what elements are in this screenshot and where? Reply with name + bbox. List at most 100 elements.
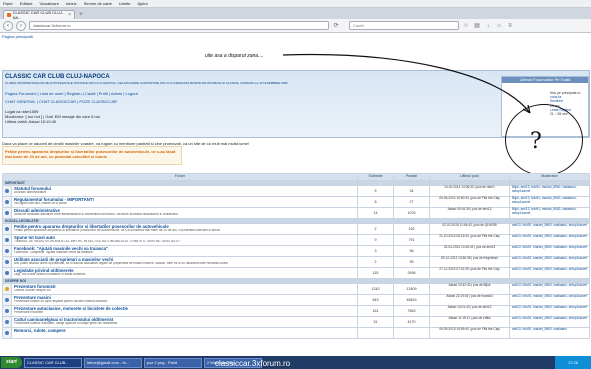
moderators[interactable]: ami13, fofu91, marian_6963, vasilaanu, s… — [509, 234, 590, 246]
moderators[interactable]: ami13, fofu91, marian_6963, vasilaanu, s… — [509, 283, 590, 295]
forum-status-icon — [5, 200, 9, 204]
forum-description: Prezentare motorete — [14, 311, 44, 314]
col-last-post: Ultimul post — [429, 173, 510, 181]
last-post[interactable]: 10-02-2014 13:26:33 | pus de rider1 — [429, 185, 510, 197]
forum-table: Forum Subiecte Postari Ultimul post Mode… — [2, 173, 590, 339]
new-tab-button[interactable]: + — [77, 11, 85, 19]
forum-cell: Statutul forumului Anuntari administrativ… — [11, 185, 358, 197]
post-count: 1076 — [393, 207, 430, 219]
tab-bar: CLASSIC CAR CLUB CLUJ-NA... × + — [0, 8, 591, 20]
forum-name[interactable]: Remorci, rulote, campere — [14, 328, 355, 333]
browser-tab[interactable]: CLASSIC CAR CLUB CLUJ-NA... × — [3, 10, 75, 20]
topic-count: 9 — [357, 234, 394, 246]
moderators[interactable]: ami13, fofu91, marian_6963, vasilaanu, s… — [509, 267, 590, 279]
forum-nav-links[interactable]: Pagina Forumului | Lista de useri | Regi… — [5, 91, 138, 96]
col-forum: Forum — [2, 173, 358, 181]
last-post[interactable]: 02-02-2015 11:44:43 | pus de QH1058 — [429, 223, 510, 235]
address-bar[interactable]: classiccar.3xforum.ro — [29, 21, 329, 30]
forum-status-icon — [5, 320, 9, 324]
chat-nav-links[interactable]: CHAT GENERAL | CHAT CLASSICCAR | POZE CL… — [5, 99, 117, 104]
petition-banner[interactable]: Petiție pentru apararea drepturilor si l… — [2, 146, 182, 165]
download-icon[interactable]: ↓ — [484, 22, 492, 30]
last-post[interactable]: 09-09-2015 19:59:40 | pus de Fifa the Cl… — [429, 327, 510, 339]
forum-status-icon — [5, 271, 9, 275]
last-post[interactable]: 09-12-2013 13:36:38 | pus de fregedrum — [429, 256, 510, 268]
star-icon[interactable]: ☆ — [462, 22, 470, 30]
forum-description: Prezentare cateva: tractoare, utilaje ag… — [14, 322, 118, 325]
forum-description: Prezentare masini cu topic separat pentr… — [14, 300, 107, 303]
search-placeholder: Caută — [353, 23, 364, 28]
forum-row: Facebook: "Ajutati masinile vechi sa tra… — [2, 245, 590, 257]
forum-table-header: Forum Subiecte Postari Ultimul post Mode… — [2, 173, 590, 181]
menu-bookmarks[interactable]: Semne de carte — [84, 1, 112, 6]
back-button[interactable]: ‹ — [3, 20, 13, 31]
forum-status-cell — [2, 234, 12, 246]
menu-edit[interactable]: Editare — [20, 1, 33, 6]
forum-status-icon — [5, 260, 9, 264]
page-viewport: Pagina principală uite asa a disparut za… — [0, 33, 591, 356]
site-description: CLUBUL PROPRIETARILOR DE AUTOVEHICULE IS… — [5, 82, 288, 85]
last-post[interactable]: 27-11-2015 07:41:35 | pus de Fifa the Cl… — [429, 267, 510, 279]
forum-row: Prezentare masini Prezentare masini cu to… — [2, 294, 590, 306]
menu-tools[interactable]: Unelte — [119, 1, 131, 6]
moderators[interactable]: ami13, fofu91, marian_6963, vasilaanu — [509, 327, 590, 339]
last-post[interactable]: 09-06-2014 15:50:34 | pus de Fifa the Cl… — [429, 196, 510, 208]
forum-header: CLASSIC CAR CLUB CLUJ-NAPOCA CLUBUL PROP… — [2, 70, 590, 138]
last-post[interactable]: Astazi 09:16:39 | pus de ami13 — [429, 207, 510, 219]
forum-row: Regulamentul forumului - IMPORTANT! Va ru… — [2, 196, 590, 208]
forum-cell: Prezentare masini Prezentare masini cu to… — [11, 294, 358, 306]
taskbar-item-mail[interactable]: Inbox@gmail.com - fo... — [83, 357, 142, 368]
menu-icon[interactable]: ≡ — [506, 22, 514, 30]
forward-button[interactable]: › — [16, 20, 26, 31]
last-post[interactable]: 21-10-2014 08:16:34 | pus de Fifa the Cl… — [429, 234, 510, 246]
forum-row: Prezentare autoclasice, motorete si bici… — [2, 305, 590, 317]
topic-count — [357, 327, 394, 339]
moderators[interactable]: ami13, fofu91, marian_6963, vasilaanu, s… — [509, 294, 590, 306]
last-post[interactable]: Astazi 14:01:43 | pus de ami13 — [429, 305, 510, 317]
reload-icon[interactable]: ⟳ — [332, 22, 340, 30]
close-tab-icon[interactable]: × — [68, 12, 71, 18]
forum-status-cell — [2, 196, 12, 208]
forum-description: TIMBRUL DE MEDIU si ORDINEA CEL IMPORT I… — [14, 240, 180, 243]
col-moderator: Moderator — [509, 173, 590, 181]
last-post[interactable]: Astazi 22:42:40 | pus de Bijuk — [429, 283, 510, 295]
moderators[interactable]: Bijuk, ami13, fofu91, marian_6963, vasil… — [509, 185, 590, 197]
moderators[interactable]: ami13, fofu91, marian_6963, vasilaanu, s… — [509, 305, 590, 317]
forum-status-icon — [5, 189, 9, 193]
page-top-link[interactable]: Pagina principală — [0, 33, 591, 39]
site-title[interactable]: CLASSIC CAR CLUB CLUJ-NAPOCA — [5, 74, 110, 80]
last-post[interactable]: Astazi 11:15:11 | pus de editis — [429, 316, 510, 328]
forum-row: Caitul camioanelgisai si tractoristului … — [2, 316, 590, 328]
forum-row: Remorci, rulote, campere 09-09-2015 19:59… — [2, 327, 590, 339]
moderators[interactable]: ami13, fofu91, marian_6963, vasilaanu, s… — [509, 223, 590, 235]
forum-cell: Prezentare autoclasice, motorete si bici… — [11, 305, 358, 317]
forum-cell: Facebook: "Ajutati masinile vechi sa tra… — [11, 245, 358, 257]
taskbar-item-browser[interactable]: CLASSIC CAR CLUB... — [23, 357, 82, 368]
forum-status-cell — [2, 294, 12, 306]
forum-row: Utilitate asociatii de proprietari a mas… — [2, 256, 590, 268]
taskbar-item-paint[interactable]: poz 2.png - Paint — [143, 357, 202, 368]
menu-file[interactable]: Fișier — [3, 1, 13, 6]
forum-cell: Prezentare forumisti Cateva cuvinte despr… — [11, 283, 358, 295]
moderators[interactable]: ami13, fofu91, marian_6963, vasilaanu, s… — [509, 256, 590, 268]
forum-status-cell — [2, 267, 12, 279]
last-post[interactable]: 02-04-2014 13:26:43 | pus de ami13 — [429, 245, 510, 257]
moderators[interactable]: ami13, fofu91, marian_6963, vasilaanu, s… — [509, 316, 590, 328]
menu-history[interactable]: Istoric — [66, 1, 77, 6]
menu-help[interactable]: Ajutor — [137, 1, 147, 6]
forum-status-cell — [2, 256, 12, 268]
menu-view[interactable]: Vizualizare — [39, 1, 59, 6]
post-count: 34 — [393, 185, 430, 197]
forum-row: Discutii administrative Sectiune dedicata… — [2, 207, 590, 219]
moderators[interactable]: Bijuk, ami13, fofu91, marian_6963, vasil… — [509, 207, 590, 219]
bookmarks-icon[interactable]: ▤ — [473, 22, 481, 30]
moderators[interactable]: ami13, fofu91, marian_6963, vasilaanu, s… — [509, 245, 590, 257]
search-input[interactable]: Caută — [349, 21, 459, 30]
start-button[interactable]: start — [1, 357, 22, 368]
moderators[interactable]: Bijuk, ami13, fofu91, marian_6963, vasil… — [509, 196, 590, 208]
forum-status-cell — [2, 207, 12, 219]
home-icon[interactable]: ⌂ — [495, 22, 503, 30]
last-post[interactable]: Astazi 22:19:52 | pus de mandiul — [429, 294, 510, 306]
post-count — [393, 327, 430, 339]
topic-count: 5 — [357, 185, 394, 197]
